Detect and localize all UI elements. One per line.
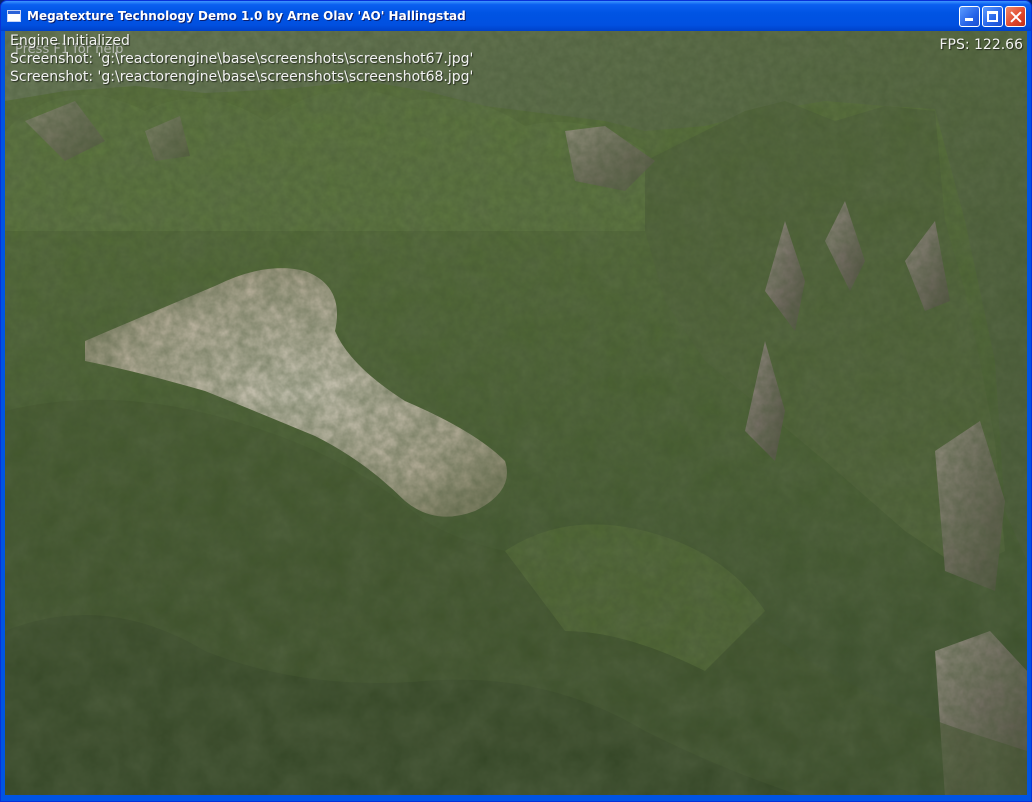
fps-counter: FPS: 122.66 [939,37,1023,53]
minimize-button[interactable] [959,6,980,27]
minimize-icon [960,7,979,26]
maximize-button[interactable] [982,6,1003,27]
window-title: Megatexture Technology Demo 1.0 by Arne … [27,9,466,23]
console-line: Engine Initialized [10,33,130,49]
console-line: Screenshot: 'g:\reactorengine\base\scree… [10,51,474,67]
terrain-scene [5,31,1027,797]
console-line: Screenshot: 'g:\reactorengine\base\scree… [10,69,474,85]
console-log: Engine Initialized Screenshot: 'g:\react… [10,32,473,86]
maximize-icon [983,7,1002,26]
render-viewport[interactable]: Press F1 for help Engine Initialized Scr… [5,31,1027,797]
window-bottom-border [1,795,1031,801]
close-button[interactable] [1005,6,1026,27]
window-controls [959,6,1026,27]
app-window-icon[interactable] [7,10,21,22]
app-window: Megatexture Technology Demo 1.0 by Arne … [0,0,1032,802]
close-icon [1006,7,1025,26]
title-bar[interactable]: Megatexture Technology Demo 1.0 by Arne … [1,1,1031,31]
